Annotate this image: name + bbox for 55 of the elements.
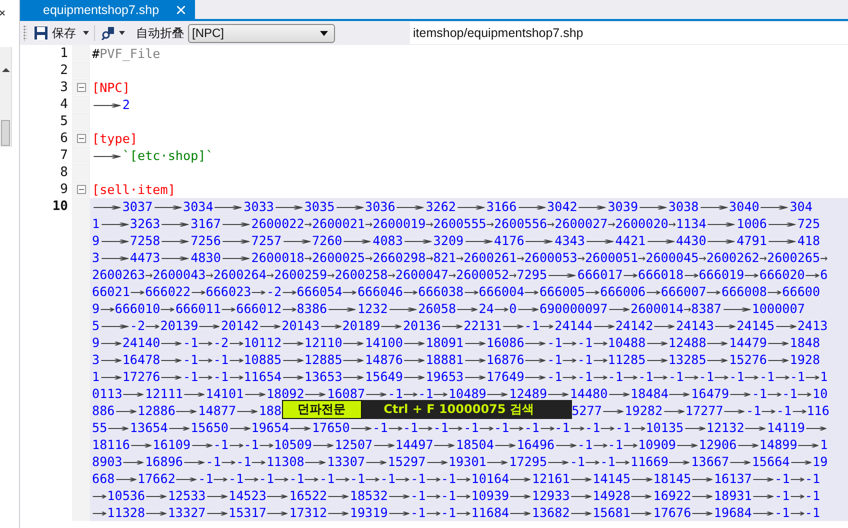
close-icon[interactable] [0, 9, 6, 17]
line-number: 4 [59, 96, 68, 113]
code-line: →10536→12533→14523→16522→18532→-1→-1→10939→12933→14928→16922→18931→-1→-1 [92, 487, 820, 504]
code-line: 5→-2→20139→20142→20143→20189→20136→22131→-1→24144→24142→24143→24145→2413 [92, 317, 828, 334]
line-number: 5 [59, 113, 68, 130]
path-field[interactable]: itemshop/equipmentshop7.shp [410, 22, 848, 44]
caption-tag: 던파전문 [282, 400, 362, 419]
code-line: 1→3263→3167→2600022→2600021→2600019→2600555→2600556→2600027→2600020→1134→1006→725 [92, 215, 820, 232]
find-icon[interactable] [101, 26, 115, 40]
code-line: 668→17662→-1→-1→-1→-1→-1→-1→-1→-1→-1→10164→12161→14145→18145→16137→-1→-1 [92, 470, 820, 487]
line-number: 3 [59, 79, 68, 96]
collapse-icon[interactable] [76, 185, 86, 194]
code-line: 886→12886→14877→188 [92, 402, 282, 419]
file-tab[interactable]: equipmentshop7.shp [20, 0, 195, 19]
line-number: 9 [59, 181, 68, 198]
line-number: 7 [59, 147, 68, 164]
line-number: 10 [51, 198, 68, 216]
code-line: 3→4473→4830→2600018→2600025→2660298→821→2600261→2600053→2600051→2600045→2600262→2600265→ [92, 249, 828, 266]
code-line: 2600263→2600043→2600264→2600259→2600258→2600047→2600052→7295→666017→666018→666019→666020→6 [92, 266, 828, 283]
code-line: →`[etc·shop]` [92, 147, 214, 164]
code-line: [type] [92, 130, 138, 147]
caret-icon [320, 30, 328, 36]
section-dropdown[interactable]: [NPC] [188, 24, 335, 42]
line-number: 1 [59, 45, 68, 62]
code-line: →11328→13327→15317→17312→19319→-1→-1→11684→13682→15681→17676→19684→-1→-1 [92, 504, 820, 521]
caret-icon[interactable] [119, 31, 125, 35]
caret-icon[interactable] [83, 31, 89, 35]
scroll-up-icon[interactable] [2, 67, 10, 72]
code-line: 3→16478→-1→-1→10885→12885→14876→18881→16876→-1→-1→11285→13285→15276→1928 [92, 351, 820, 368]
code-line: 66021→666022→666023→-2→666054→666046→666038→666004→666005→666006→666007→666008→66600 [92, 283, 820, 300]
code-line: 18116→16109→-1→-1→10509→12507→14497→18504→16496→-1→-1→10909→12906→14899→1 [92, 436, 828, 453]
auto-fold-button[interactable]: 自动折叠 [130, 23, 188, 43]
code-line: [sell·item] [92, 181, 176, 198]
code-line: 55→13654→15650→19654→17650→-1→-1→-1→-1→-1→-1→-1→-1→-1→10135→12132→14119→ [92, 419, 828, 436]
scrollbar[interactable] [0, 47, 12, 147]
code-line: #PVF_File [92, 45, 162, 62]
code-line: 1→17276→-1→-1→11654→13653→15649→19653→17649→-1→-1→-1→-1→-1→-1→-1→-1→-1→1 [92, 368, 828, 385]
line-number: 2 [59, 62, 68, 79]
code-line: 9→7258→7256→7257→7260→4083→3209→4176→4343→4421→4430→4791→418 [92, 232, 820, 249]
code-line: →2 [92, 96, 131, 113]
code-line: 0113→12111→14101→18092→16087→-1→-1→10489→12489→14480→18484→16479→-1→-1→10 [92, 385, 828, 402]
scroll-thumb[interactable] [1, 120, 10, 146]
code-line: 8903→16896→-1→-1→11308→13307→15297→19301→17295→-1→-1→11669→13667→15664→19 [92, 453, 828, 470]
caption-text: Ctrl + F 10000075 검색 [362, 400, 572, 419]
code-line: 9→24140→-1→-2→10112→12110→14100→18091→16086→-1→-1→10488→12488→14479→1848 [92, 334, 820, 351]
save-button[interactable]: 保存 [31, 23, 79, 43]
code-line: →3037→3034→3033→3035→3036→3262→3166→3042→3039→3038→3040→304 [92, 198, 812, 215]
code-line: 9→666010→666011→666012→8386→1232→26058→24→0→690000097→2600014→8387→1000007 [92, 300, 805, 317]
code-line: 5277→19282→17277→-1→-1→116 [572, 402, 830, 419]
collapse-icon[interactable] [76, 83, 86, 92]
code-line: [NPC] [92, 79, 131, 96]
line-number: 6 [59, 130, 68, 147]
collapse-icon[interactable] [76, 134, 86, 143]
toolbar-grip[interactable] [23, 25, 27, 41]
line-number: 8 [59, 164, 68, 181]
